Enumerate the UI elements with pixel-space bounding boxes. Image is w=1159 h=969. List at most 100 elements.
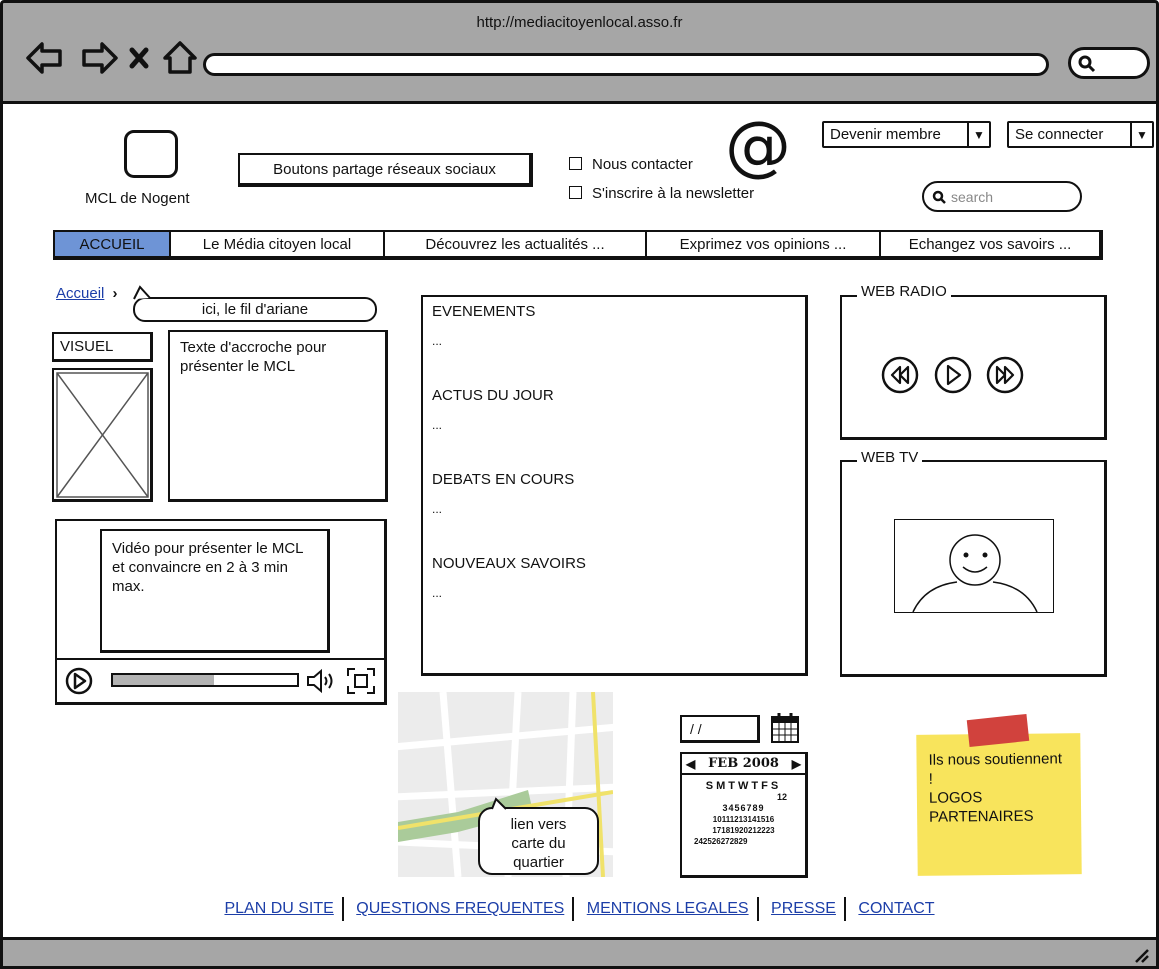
- breadcrumb: Accueil ›: [56, 285, 118, 302]
- chevron-down-icon: ▼: [1130, 123, 1152, 146]
- calendar-header: ◀ FEB 2008 ▶: [682, 754, 805, 775]
- search-icon: [932, 190, 946, 204]
- breadcrumb-home-link[interactable]: Accueil: [56, 285, 104, 302]
- play-icon[interactable]: [934, 356, 972, 394]
- site-search-input[interactable]: search: [922, 181, 1082, 212]
- newsletter-checkbox[interactable]: S'inscrire à la newsletter: [569, 184, 754, 203]
- breadcrumb-callout: ici, le fil d'ariane: [133, 297, 377, 322]
- tab-opinions[interactable]: Exprimez vos opinions ...: [647, 232, 881, 256]
- tab-savoirs[interactable]: Echangez vos savoirs ...: [881, 232, 1099, 256]
- intro-text-box: Texte d'accroche pour présenter le MCL: [168, 330, 388, 502]
- web-radio-title: WEB RADIO: [857, 283, 951, 300]
- calendar-icon[interactable]: [769, 711, 801, 745]
- section-body: ...: [432, 586, 443, 600]
- section-body: ...: [432, 502, 443, 516]
- calendar-weekdays: SMTWTFS: [705, 780, 782, 792]
- section-knowledge[interactable]: NOUVEAUX SAVOIRS ...: [432, 555, 796, 600]
- volume-icon[interactable]: [305, 667, 337, 695]
- map-callout: lien vers carte du quartier: [478, 807, 599, 875]
- tab-actualites[interactable]: Découvrez les actualités ...: [385, 232, 647, 256]
- visual-image-placeholder: [52, 368, 153, 502]
- browser-nav-icons: [26, 41, 197, 74]
- newsletter-label: S'inscrire à la newsletter: [592, 185, 755, 202]
- section-news[interactable]: ACTUS DU JOUR ...: [432, 387, 796, 471]
- date-input[interactable]: / /: [680, 715, 760, 743]
- visual-label-box: VISUEL: [52, 332, 153, 362]
- callout-pointer: [133, 285, 151, 300]
- video-description: Vidéo pour présenter le MCL et convaincr…: [100, 529, 330, 653]
- news-sections-panel: EVENEMENTS ... ACTUS DU JOUR ... DEBATS …: [421, 295, 808, 676]
- calendar-row: 10111213141516: [712, 815, 775, 824]
- section-title: NOUVEAUX SAVOIRS: [432, 555, 586, 572]
- search-placeholder: search: [951, 188, 994, 205]
- browser-search-button[interactable]: [1068, 47, 1150, 79]
- become-member-label: Devenir membre: [830, 126, 941, 143]
- login-label: Se connecter: [1015, 126, 1104, 143]
- web-radio-panel: [840, 295, 1107, 440]
- footer-link-faq[interactable]: QUESTIONS FREQUENTES: [356, 900, 564, 917]
- play-icon[interactable]: [65, 667, 95, 697]
- next-month-icon[interactable]: ▶: [792, 757, 801, 771]
- footer-separator: [572, 897, 575, 921]
- calendar-row: 17181920212223: [712, 826, 775, 835]
- tab-accueil[interactable]: ACCUEIL: [55, 232, 171, 256]
- footer-link-sitemap[interactable]: PLAN DU SITE: [224, 900, 333, 917]
- forward-icon[interactable]: [82, 42, 118, 74]
- become-member-dropdown[interactable]: Devenir membre ▼: [822, 121, 991, 148]
- chevron-down-icon: ▼: [967, 123, 989, 146]
- section-title: DEBATS EN COURS: [432, 471, 575, 488]
- fullscreen-icon[interactable]: [345, 666, 377, 696]
- main-navigation: ACCUEIL Le Média citoyen local Découvrez…: [53, 230, 1103, 260]
- tv-video-placeholder[interactable]: [894, 519, 1054, 613]
- footer-separator: [341, 897, 344, 921]
- logo-label: MCL de Nogent: [85, 190, 190, 207]
- radio-controls: [881, 356, 1024, 394]
- footer-separator: [843, 897, 846, 921]
- video-progress-fill: [113, 675, 215, 685]
- footer-separator: [756, 897, 759, 921]
- contact-label: Nous contacter: [592, 156, 693, 173]
- video-player[interactable]: Vidéo pour présenter le MCL et convaincr…: [55, 519, 387, 705]
- fast-forward-icon[interactable]: [986, 356, 1024, 394]
- section-body: ...: [432, 418, 443, 432]
- section-title: ACTUS DU JOUR: [432, 387, 554, 404]
- resize-grip-icon[interactable]: [1132, 946, 1150, 964]
- section-debates[interactable]: DEBATS EN COURS ...: [432, 471, 796, 555]
- video-progress-bar[interactable]: [111, 673, 299, 687]
- calendar-month: FEB 2008: [708, 756, 779, 771]
- back-icon[interactable]: [26, 42, 62, 74]
- calendar-row: 12: [776, 792, 787, 802]
- footer-link-legal[interactable]: MENTIONS LEGALES: [587, 900, 749, 917]
- calendar-row: 242526272829: [694, 837, 748, 846]
- section-body: ...: [432, 334, 443, 348]
- section-title: EVENEMENTS: [432, 303, 536, 320]
- map-callout-pointer: [491, 797, 507, 810]
- calendar-widget[interactable]: ◀ FEB 2008 ▶ SMTWTFS 12 3456789 10111213…: [680, 752, 808, 878]
- tab-media-citoyen[interactable]: Le Média citoyen local: [171, 232, 385, 256]
- contact-checkbox[interactable]: Nous contacter: [569, 155, 693, 174]
- section-events[interactable]: EVENEMENTS ...: [432, 303, 796, 387]
- browser-status-bar: [0, 937, 1159, 969]
- rewind-icon[interactable]: [881, 356, 919, 394]
- stop-icon[interactable]: [129, 47, 149, 69]
- person-icon: [912, 534, 1038, 612]
- logo-image[interactable]: [124, 130, 178, 178]
- calendar-row: 3456789: [722, 803, 765, 813]
- checkbox-box[interactable]: [569, 186, 582, 199]
- partners-sticky-note[interactable]: Ils nous soutiennent ! LOGOS PARTENAIRES: [916, 733, 1082, 876]
- checkbox-box[interactable]: [569, 157, 582, 170]
- social-share-buttons[interactable]: Boutons partage réseaux sociaux: [238, 153, 533, 187]
- prev-month-icon[interactable]: ◀: [686, 757, 695, 771]
- search-icon: [1078, 55, 1096, 73]
- address-text: http://mediacitoyenlocal.asso.fr: [476, 14, 683, 31]
- footer-link-contact[interactable]: CONTACT: [858, 900, 934, 917]
- video-divider: [57, 658, 385, 660]
- email-at-icon[interactable]: @: [725, 113, 791, 179]
- login-dropdown[interactable]: Se connecter ▼: [1007, 121, 1154, 148]
- footer-link-press[interactable]: PRESSE: [771, 900, 836, 917]
- home-icon[interactable]: [163, 41, 197, 74]
- breadcrumb-separator: ›: [112, 285, 118, 302]
- web-tv-panel[interactable]: [840, 460, 1107, 677]
- url-input[interactable]: [203, 53, 1049, 76]
- web-tv-title: WEB TV: [857, 449, 923, 466]
